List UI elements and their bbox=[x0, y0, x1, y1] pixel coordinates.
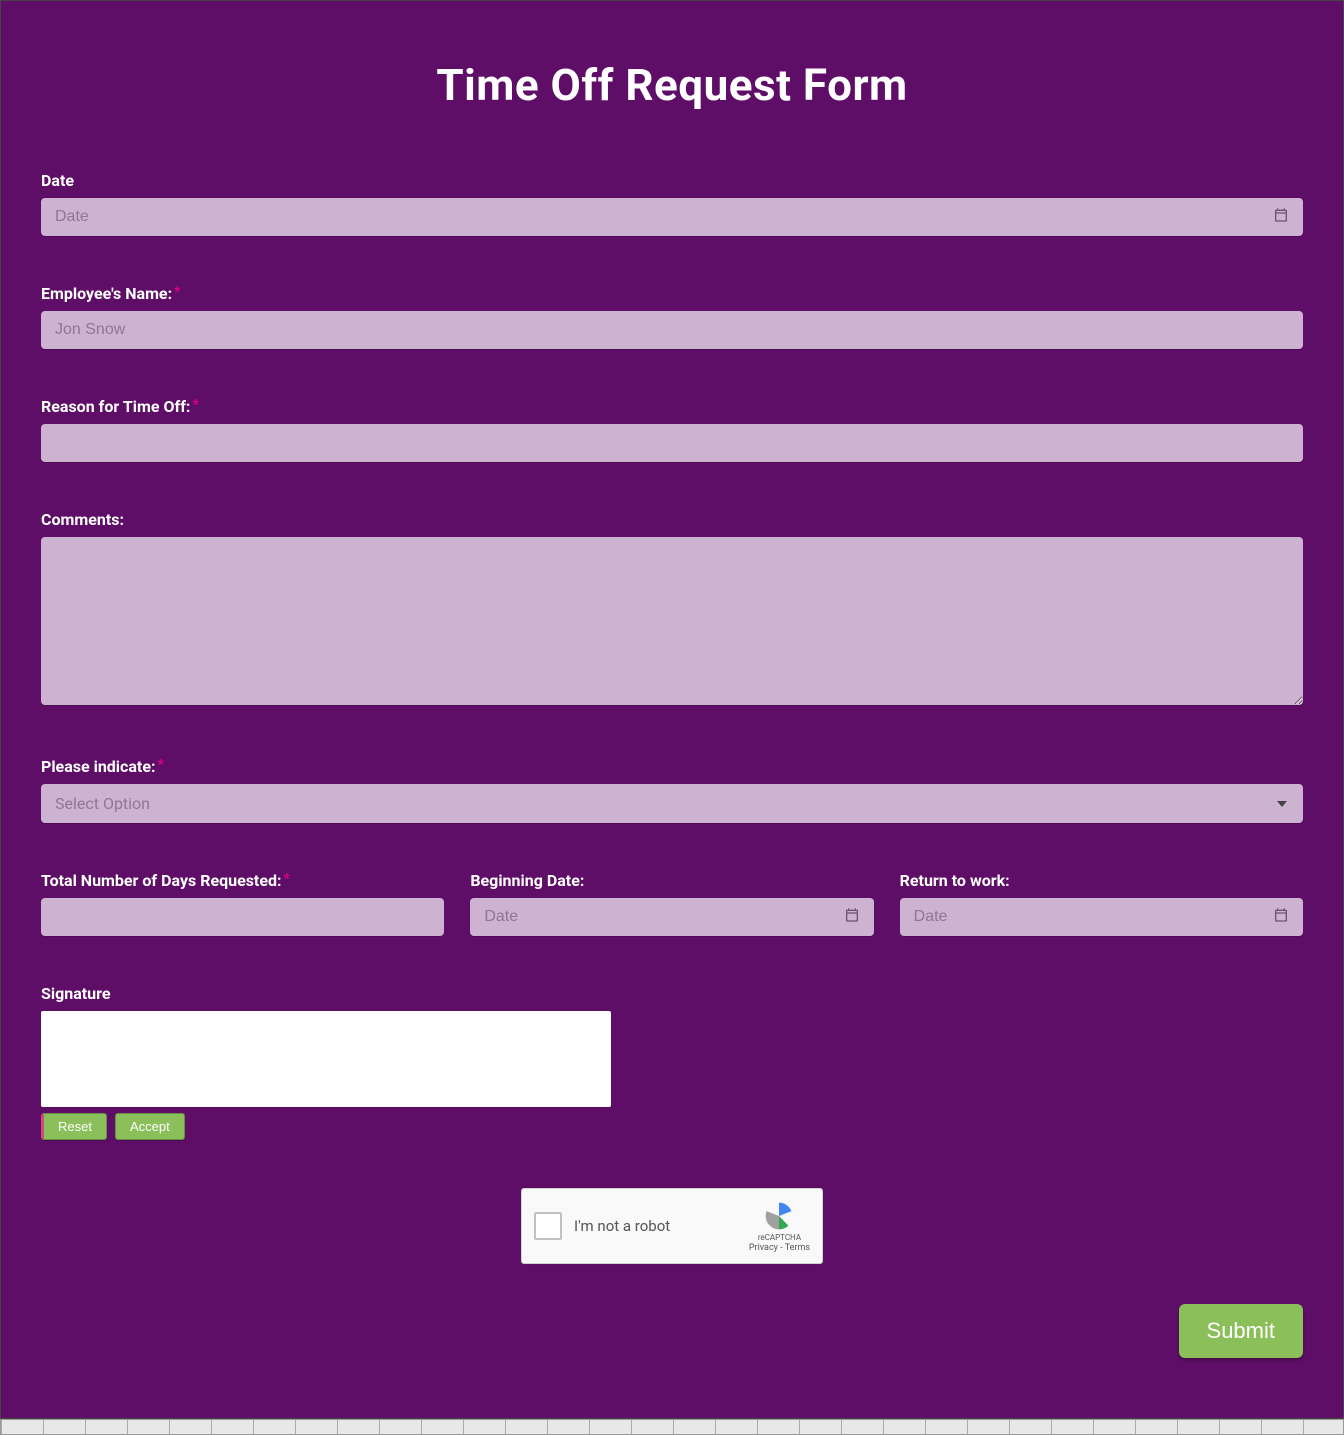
label-beginning-date: Beginning Date: bbox=[470, 871, 873, 890]
field-employee-name: Employee's Name:* bbox=[41, 284, 1303, 349]
field-reason: Reason for Time Off:* bbox=[41, 397, 1303, 462]
field-comments: Comments: bbox=[41, 510, 1303, 709]
label-text: Please indicate: bbox=[41, 757, 156, 776]
field-date: Date bbox=[41, 171, 1303, 236]
captcha-text: I'm not a robot bbox=[574, 1217, 670, 1235]
label-text: Employee's Name: bbox=[41, 284, 172, 303]
label-days-requested: Total Number of Days Requested:* bbox=[41, 871, 444, 890]
label-return-date: Return to work: bbox=[900, 871, 1303, 890]
captcha-brand: reCAPTCHA bbox=[758, 1233, 801, 1242]
label-reason: Reason for Time Off:* bbox=[41, 397, 1303, 416]
chevron-down-icon bbox=[1277, 801, 1287, 807]
field-return-date: Return to work: bbox=[900, 871, 1303, 936]
label-comments: Comments: bbox=[41, 510, 1303, 529]
accept-button[interactable]: Accept bbox=[115, 1113, 185, 1140]
signature-buttons: Reset Accept bbox=[41, 1113, 1303, 1140]
beginning-date-input[interactable] bbox=[470, 898, 873, 936]
submit-button[interactable]: Submit bbox=[1179, 1304, 1303, 1358]
comments-textarea[interactable] bbox=[41, 537, 1303, 705]
days-requested-input[interactable] bbox=[41, 898, 444, 936]
ruler-decoration bbox=[0, 1419, 1344, 1435]
field-indicate: Please indicate:* Select Option bbox=[41, 757, 1303, 823]
indicate-select[interactable]: Select Option bbox=[41, 784, 1303, 823]
recaptcha[interactable]: I'm not a robot reCAPTCHA Privacy - Term… bbox=[521, 1188, 823, 1264]
label-signature: Signature bbox=[41, 984, 1303, 1003]
form-container: Time Off Request Form Date Employee's Na… bbox=[0, 0, 1344, 1419]
required-marker: * bbox=[174, 284, 180, 300]
input-wrap-beginning bbox=[470, 898, 873, 936]
return-date-input[interactable] bbox=[900, 898, 1303, 936]
required-marker: * bbox=[284, 871, 290, 887]
required-marker: * bbox=[192, 397, 198, 413]
recaptcha-icon bbox=[763, 1200, 795, 1232]
reason-input[interactable] bbox=[41, 424, 1303, 462]
captcha-links: Privacy - Terms bbox=[749, 1243, 810, 1253]
label-text: Total Number of Days Requested: bbox=[41, 871, 282, 890]
signature-pad[interactable] bbox=[41, 1011, 611, 1107]
input-wrap-date bbox=[41, 198, 1303, 236]
label-indicate: Please indicate:* bbox=[41, 757, 1303, 776]
page-title: Time Off Request Form bbox=[41, 59, 1303, 111]
row-dates: Total Number of Days Requested:* Beginni… bbox=[41, 871, 1303, 936]
input-wrap-return bbox=[900, 898, 1303, 936]
label-text: Reason for Time Off: bbox=[41, 397, 190, 416]
reset-button[interactable]: Reset bbox=[41, 1113, 107, 1140]
captcha-right: reCAPTCHA Privacy - Terms bbox=[749, 1200, 810, 1253]
field-days-requested: Total Number of Days Requested:* bbox=[41, 871, 444, 936]
employee-name-input[interactable] bbox=[41, 311, 1303, 349]
captcha-left: I'm not a robot bbox=[534, 1212, 670, 1240]
submit-row: Submit bbox=[41, 1304, 1303, 1358]
required-marker: * bbox=[158, 757, 164, 773]
captcha-checkbox[interactable] bbox=[534, 1212, 562, 1240]
label-employee-name: Employee's Name:* bbox=[41, 284, 1303, 303]
date-input[interactable] bbox=[41, 198, 1303, 236]
select-placeholder: Select Option bbox=[55, 794, 150, 813]
label-date: Date bbox=[41, 171, 1303, 190]
field-beginning-date: Beginning Date: bbox=[470, 871, 873, 936]
field-signature: Signature Reset Accept bbox=[41, 984, 1303, 1140]
